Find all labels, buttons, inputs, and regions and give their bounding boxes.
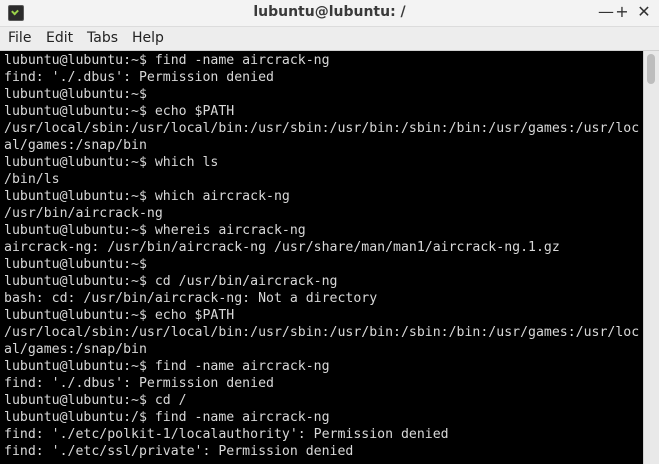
terminal-line: /bin/ls: [4, 172, 60, 187]
terminal-line: lubuntu@lubuntu:~$ cd /usr/bin/aircrack-…: [4, 274, 338, 289]
terminal-line: find: './etc/ssl/private': Permission de…: [4, 444, 354, 459]
terminal-line: lubuntu@lubuntu:~$ whereis aircrack-ng: [4, 223, 306, 238]
terminal-line: lubuntu@lubuntu:~$ which aircrack-ng: [4, 189, 290, 204]
close-button[interactable]: ✕: [634, 2, 654, 22]
terminal-line: lubuntu@lubuntu:/$ find -name aircrack-n…: [4, 410, 330, 425]
window-title: lubuntu@lubuntu: /: [253, 4, 406, 20]
menu-tabs[interactable]: Tabs: [87, 30, 118, 46]
terminal-line: bash: cd: /usr/bin/aircrack-ng: Not a di…: [4, 291, 378, 306]
terminal-line: lubuntu@lubuntu:~$ find -name aircrack-n…: [4, 53, 330, 68]
terminal-line: al/games:/snap/bin: [4, 342, 147, 357]
terminal-line: lubuntu@lubuntu:~$ echo $PATH: [4, 308, 235, 323]
terminal-line: lubuntu@lubuntu:~$: [4, 257, 147, 272]
menu-file[interactable]: File: [8, 30, 31, 46]
terminal-line: lubuntu@lubuntu:~$ cd /: [4, 393, 187, 408]
menu-edit[interactable]: Edit: [46, 30, 73, 46]
terminal-line: lubuntu@lubuntu:~$: [4, 87, 147, 102]
terminal-line: find: './.dbus': Permission denied: [4, 376, 274, 391]
terminal-line: lubuntu@lubuntu:~$ which ls: [4, 155, 219, 170]
scrollbar-thumb[interactable]: [647, 54, 655, 84]
terminal-line: /usr/local/sbin:/usr/local/bin:/usr/sbin…: [4, 121, 640, 136]
terminal-line: /usr/local/sbin:/usr/local/bin:/usr/sbin…: [4, 325, 640, 340]
terminal-output[interactable]: lubuntu@lubuntu:~$ find -name aircrack-n…: [0, 51, 643, 464]
terminal-line: find: './etc/polkit-1/localauthority': P…: [4, 427, 449, 442]
menu-help[interactable]: Help: [132, 30, 164, 46]
terminal-line: /usr/bin/aircrack-ng: [4, 206, 163, 221]
vertical-scrollbar[interactable]: [643, 51, 659, 464]
terminal-line: find: './.dbus': Permission denied: [4, 70, 274, 85]
terminal-window: lubuntu@lubuntu: / — + ✕ File Edit Tabs …: [0, 0, 659, 464]
terminal-line: lubuntu@lubuntu:~$ find -name aircrack-n…: [4, 359, 330, 374]
terminal-line: lubuntu@lubuntu:~$ echo $PATH: [4, 104, 235, 119]
title-bar[interactable]: lubuntu@lubuntu: / — + ✕: [0, 0, 659, 27]
maximize-button[interactable]: +: [612, 2, 632, 22]
terminal-line: aircrack-ng: /usr/bin/aircrack-ng /usr/s…: [4, 240, 560, 255]
terminal-line: al/games:/snap/bin: [4, 138, 147, 153]
menu-bar: File Edit Tabs Help: [0, 27, 659, 51]
